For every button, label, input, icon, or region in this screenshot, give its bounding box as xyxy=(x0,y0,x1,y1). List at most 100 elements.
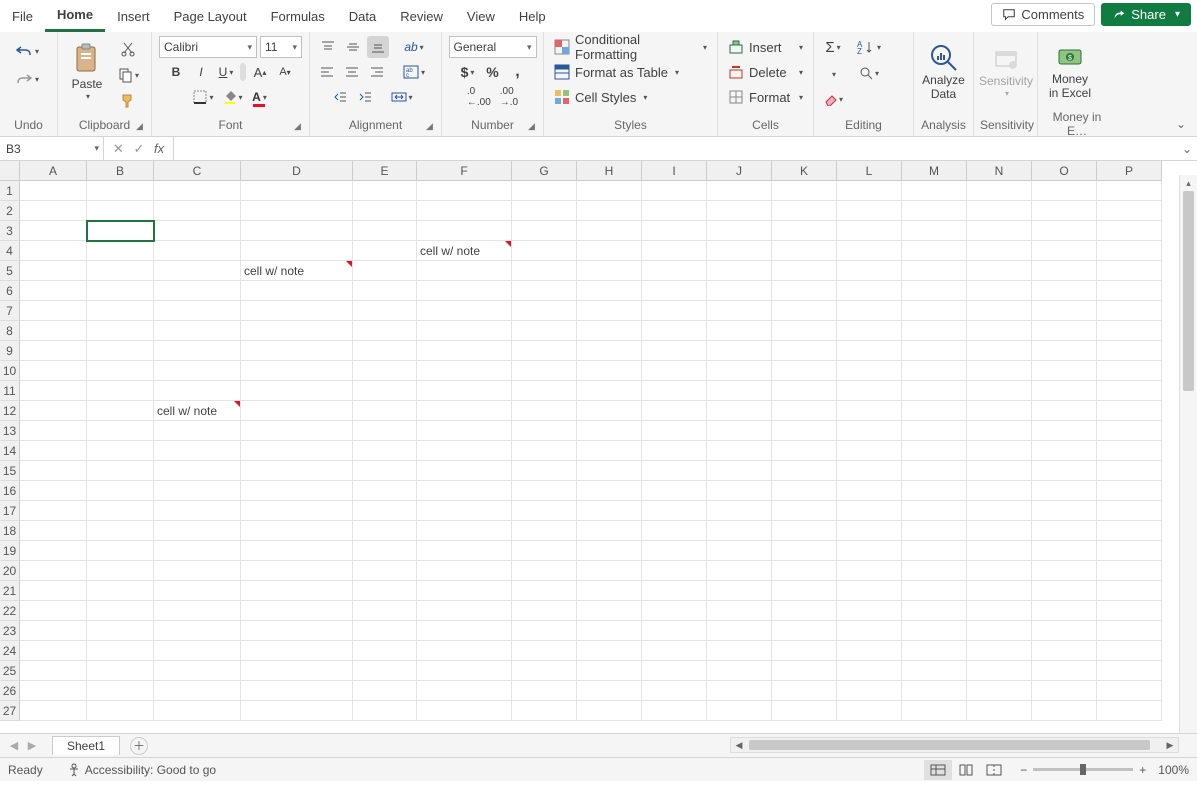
cell-I18[interactable] xyxy=(642,521,707,541)
borders-button[interactable]: ▾ xyxy=(190,86,216,108)
cell-H19[interactable] xyxy=(577,541,642,561)
clipboard-launcher[interactable]: ◢ xyxy=(136,121,148,133)
cell-N25[interactable] xyxy=(967,661,1032,681)
cell-G22[interactable] xyxy=(512,601,577,621)
cell-O14[interactable] xyxy=(1032,441,1097,461)
cell-H7[interactable] xyxy=(577,301,642,321)
cell-I21[interactable] xyxy=(642,581,707,601)
cell-G27[interactable] xyxy=(512,701,577,721)
cell-A15[interactable] xyxy=(20,461,87,481)
cell-H11[interactable] xyxy=(577,381,642,401)
cell-P4[interactable] xyxy=(1097,241,1162,261)
cell-L1[interactable] xyxy=(837,181,902,201)
zoom-out-button[interactable]: − xyxy=(1020,763,1027,777)
cell-A17[interactable] xyxy=(20,501,87,521)
cell-D20[interactable] xyxy=(241,561,353,581)
cell-H3[interactable] xyxy=(577,221,642,241)
increase-indent-button[interactable] xyxy=(354,86,376,108)
cell-N17[interactable] xyxy=(967,501,1032,521)
cell-C1[interactable] xyxy=(154,181,241,201)
cell-B4[interactable] xyxy=(87,241,154,261)
cell-G11[interactable] xyxy=(512,381,577,401)
cell-M24[interactable] xyxy=(902,641,967,661)
format-painter-button[interactable] xyxy=(117,90,139,112)
cell-I6[interactable] xyxy=(642,281,707,301)
cell-L12[interactable] xyxy=(837,401,902,421)
cell-I12[interactable] xyxy=(642,401,707,421)
cell-F8[interactable] xyxy=(417,321,512,341)
cell-D17[interactable] xyxy=(241,501,353,521)
align-top-button[interactable] xyxy=(317,36,339,58)
cell-J2[interactable] xyxy=(707,201,772,221)
conditional-formatting-button[interactable]: Conditional Formatting▾ xyxy=(550,36,711,58)
cell-I17[interactable] xyxy=(642,501,707,521)
cell-J7[interactable] xyxy=(707,301,772,321)
cell-E5[interactable] xyxy=(353,261,417,281)
cell-D19[interactable] xyxy=(241,541,353,561)
cell-O3[interactable] xyxy=(1032,221,1097,241)
cell-M11[interactable] xyxy=(902,381,967,401)
cell-E6[interactable] xyxy=(353,281,417,301)
cell-J23[interactable] xyxy=(707,621,772,641)
cell-M7[interactable] xyxy=(902,301,967,321)
cell-J24[interactable] xyxy=(707,641,772,661)
cell-G5[interactable] xyxy=(512,261,577,281)
cell-N19[interactable] xyxy=(967,541,1032,561)
cell-F7[interactable] xyxy=(417,301,512,321)
cell-D12[interactable] xyxy=(241,401,353,421)
cell-N12[interactable] xyxy=(967,401,1032,421)
cell-H20[interactable] xyxy=(577,561,642,581)
vscroll-thumb[interactable] xyxy=(1183,191,1194,391)
cell-J21[interactable] xyxy=(707,581,772,601)
horizontal-scrollbar[interactable]: ◀ ▶ xyxy=(730,737,1179,753)
vertical-scrollbar[interactable]: ▴ xyxy=(1179,175,1197,735)
cell-G7[interactable] xyxy=(512,301,577,321)
cell-J5[interactable] xyxy=(707,261,772,281)
cell-E20[interactable] xyxy=(353,561,417,581)
row-header-18[interactable]: 18 xyxy=(0,521,20,541)
row-header-14[interactable]: 14 xyxy=(0,441,20,461)
cell-B14[interactable] xyxy=(87,441,154,461)
cell-A26[interactable] xyxy=(20,681,87,701)
cell-B17[interactable] xyxy=(87,501,154,521)
cell-A19[interactable] xyxy=(20,541,87,561)
cell-N26[interactable] xyxy=(967,681,1032,701)
cell-I7[interactable] xyxy=(642,301,707,321)
cell-M10[interactable] xyxy=(902,361,967,381)
column-header-I[interactable]: I xyxy=(642,161,707,181)
cell-K26[interactable] xyxy=(772,681,837,701)
copy-button[interactable]: ▾ xyxy=(114,64,142,86)
cell-H8[interactable] xyxy=(577,321,642,341)
tab-insert[interactable]: Insert xyxy=(105,0,162,32)
cell-K8[interactable] xyxy=(772,321,837,341)
cell-A20[interactable] xyxy=(20,561,87,581)
cell-B21[interactable] xyxy=(87,581,154,601)
cell-M5[interactable] xyxy=(902,261,967,281)
cell-E7[interactable] xyxy=(353,301,417,321)
cell-A4[interactable] xyxy=(20,241,87,261)
cell-I19[interactable] xyxy=(642,541,707,561)
cell-G20[interactable] xyxy=(512,561,577,581)
cell-O26[interactable] xyxy=(1032,681,1097,701)
cell-O21[interactable] xyxy=(1032,581,1097,601)
cell-P21[interactable] xyxy=(1097,581,1162,601)
cell-B26[interactable] xyxy=(87,681,154,701)
cell-N4[interactable] xyxy=(967,241,1032,261)
row-header-6[interactable]: 6 xyxy=(0,281,20,301)
cell-H24[interactable] xyxy=(577,641,642,661)
cell-J6[interactable] xyxy=(707,281,772,301)
column-header-F[interactable]: F xyxy=(417,161,512,181)
cell-F11[interactable] xyxy=(417,381,512,401)
cell-D14[interactable] xyxy=(241,441,353,461)
cell-E16[interactable] xyxy=(353,481,417,501)
font-name-combo[interactable]: Calibri▾ xyxy=(159,36,257,58)
cell-A24[interactable] xyxy=(20,641,87,661)
cell-M15[interactable] xyxy=(902,461,967,481)
cell-B18[interactable] xyxy=(87,521,154,541)
wrap-text-button[interactable]: abc▾ xyxy=(400,61,428,83)
cell-O16[interactable] xyxy=(1032,481,1097,501)
scroll-up-button[interactable]: ▴ xyxy=(1180,175,1197,191)
cell-M3[interactable] xyxy=(902,221,967,241)
cell-I24[interactable] xyxy=(642,641,707,661)
align-bottom-button[interactable] xyxy=(367,36,389,58)
